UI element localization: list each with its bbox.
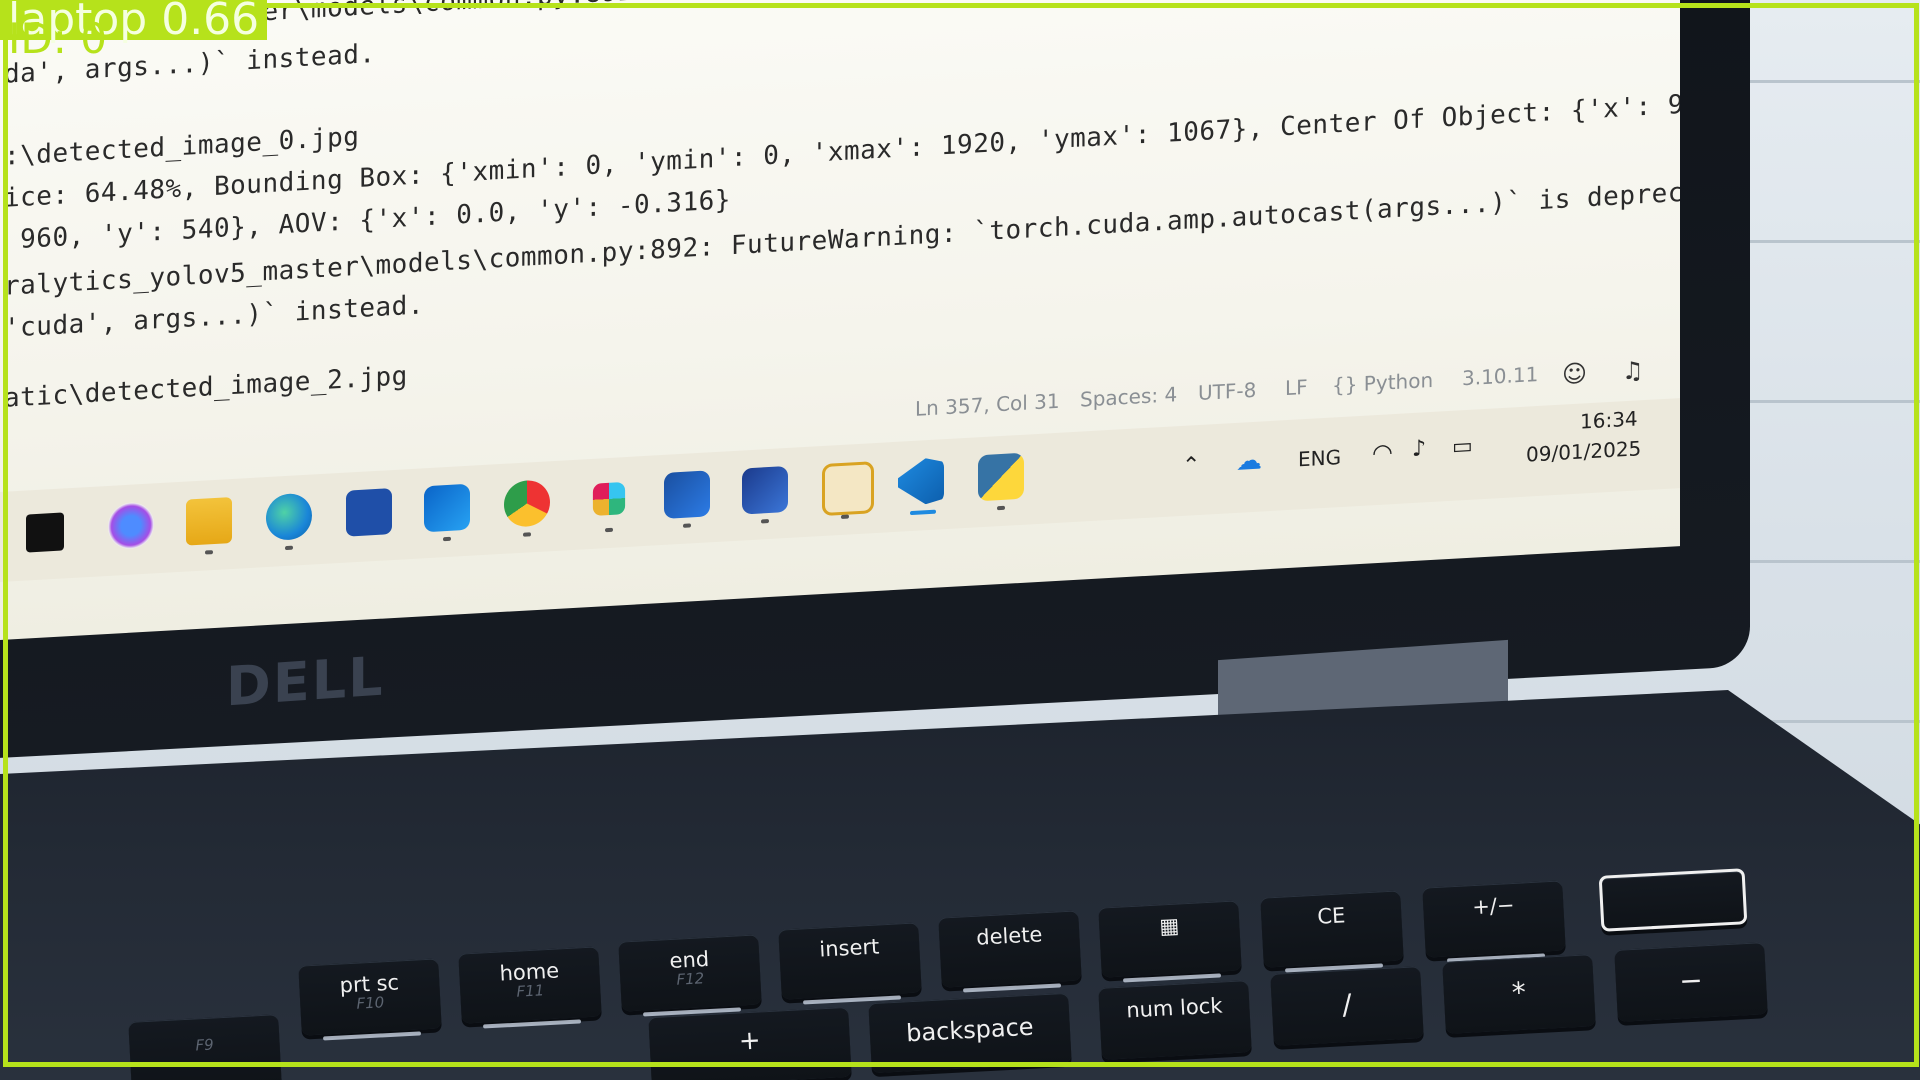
terminal-line: atic\detected_image_2.jpg: [4, 361, 408, 414]
running-indicator: [443, 536, 451, 542]
running-indicator: [841, 514, 849, 519]
copilot-icon[interactable]: [108, 501, 154, 550]
onedrive-cloud-icon[interactable]: ☁: [1236, 445, 1262, 476]
terminal-line: :\detected_image_0.jpg: [4, 121, 360, 172]
detection-id-label: ID: 0: [8, 14, 107, 63]
python-icon[interactable]: [978, 452, 1024, 502]
terminal-line: 'cuda', args...)` instead.: [4, 290, 424, 344]
running-indicator: [761, 519, 769, 524]
battery-icon[interactable]: ▭: [1452, 434, 1473, 460]
clock-time[interactable]: 16:34: [1580, 406, 1638, 433]
edge-icon[interactable]: [266, 492, 312, 542]
vscode-icon[interactable]: [898, 457, 944, 506]
running-indicator: [205, 550, 213, 555]
key-divide[interactable]: /: [1270, 966, 1424, 1046]
python-version[interactable]: 3.10.11: [1462, 362, 1538, 390]
key-num-lock[interactable]: num lock: [1098, 980, 1252, 1060]
key-multiply[interactable]: *: [1442, 954, 1596, 1034]
key-blank[interactable]: [1598, 868, 1748, 932]
language-mode[interactable]: {} Python: [1332, 368, 1433, 398]
key-backspace[interactable]: backspace: [868, 992, 1072, 1074]
running-indicator: [605, 527, 613, 533]
laptop-screen: tics_yolov5_master\models\common.py:892:…: [0, 0, 1680, 640]
key-insert[interactable]: insert: [778, 922, 922, 1005]
active-indicator: [910, 509, 936, 516]
calculator-icon: ▦: [1158, 913, 1180, 939]
file-explorer-icon[interactable]: [186, 497, 232, 546]
running-indicator: [285, 545, 293, 551]
volume-icon[interactable]: ♪: [1412, 436, 1426, 462]
cursor-position[interactable]: Ln 357, Col 31: [915, 389, 1060, 421]
file-encoding[interactable]: UTF-8: [1198, 378, 1256, 405]
key-f9[interactable]: F9: [128, 1014, 282, 1080]
notification-bell-icon[interactable]: ♫: [1622, 356, 1644, 385]
wifi-icon[interactable]: ◠: [1372, 438, 1393, 467]
running-indicator: [683, 523, 691, 528]
key-ce[interactable]: CE: [1260, 890, 1404, 973]
clock-date[interactable]: 09/01/2025: [1526, 436, 1641, 466]
input-language[interactable]: ENG: [1298, 445, 1341, 471]
visio-icon[interactable]: [742, 465, 788, 515]
key-plus[interactable]: +: [648, 1006, 852, 1080]
indent-spaces[interactable]: Spaces: 4: [1080, 382, 1177, 411]
photo-scene: tics_yolov5_master\models\common.py:892:…: [0, 0, 1920, 1080]
key-home[interactable]: home F11: [458, 946, 602, 1029]
key-plus-minus[interactable]: +/−: [1422, 880, 1566, 963]
running-indicator: [523, 532, 531, 537]
line-ending[interactable]: LF: [1285, 375, 1308, 400]
key-calculator[interactable]: ▦: [1098, 900, 1242, 983]
slack-icon[interactable]: [592, 481, 626, 516]
outlook-icon[interactable]: [424, 483, 470, 533]
running-indicator: [997, 505, 1005, 511]
dell-logo: DELL: [226, 644, 385, 719]
key-prtsc[interactable]: prt sc F10: [298, 958, 442, 1041]
tray-overflow-chevron-icon[interactable]: ⌃: [1182, 453, 1200, 479]
app-icon[interactable]: [822, 461, 874, 517]
store-icon[interactable]: [346, 488, 392, 537]
start-icon[interactable]: [26, 512, 64, 553]
chrome-icon[interactable]: [504, 479, 550, 528]
accounts-icon[interactable]: ☺: [1562, 359, 1587, 388]
key-minus[interactable]: −: [1614, 942, 1768, 1022]
word-icon[interactable]: [664, 470, 710, 519]
key-end[interactable]: end F12: [618, 934, 762, 1017]
key-delete[interactable]: delete: [938, 910, 1082, 993]
